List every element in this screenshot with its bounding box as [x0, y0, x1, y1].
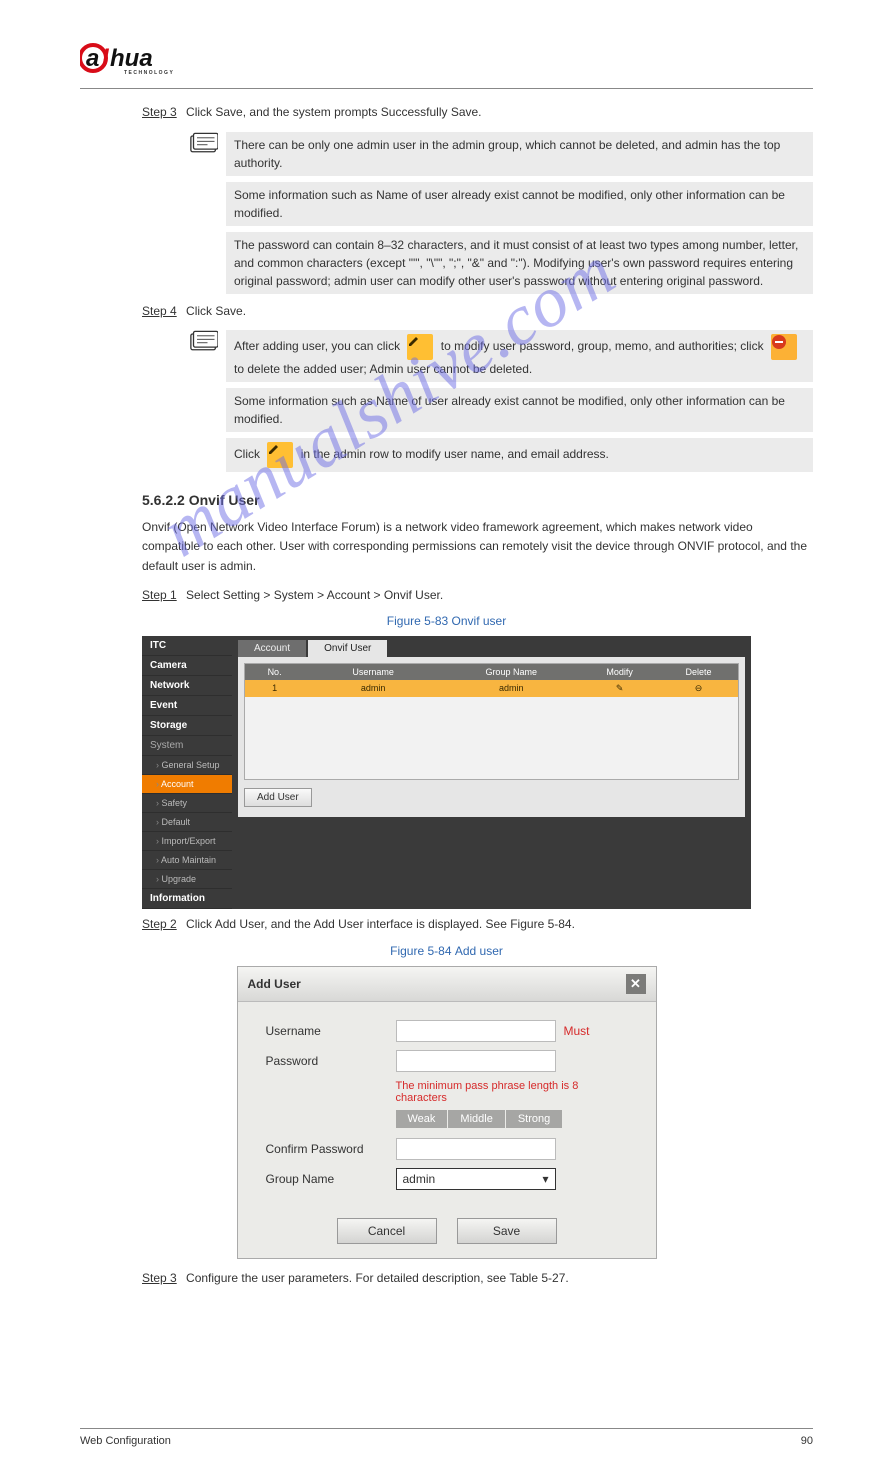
save-button[interactable]: Save: [457, 1218, 557, 1244]
note-line: Some information such as Name of user al…: [226, 182, 813, 226]
note-block-step3: There can be only one admin user in the …: [190, 132, 813, 294]
modify-icon: [267, 442, 293, 468]
step-label: Step 3: [142, 103, 177, 122]
step-label: Step 4: [142, 302, 177, 321]
sidebar: ITC Camera Network Event Storage System …: [142, 636, 232, 909]
sidebar-item-account[interactable]: Account: [142, 775, 232, 794]
sidebar-item-itc[interactable]: ITC: [142, 636, 232, 656]
sidebar-item-event[interactable]: Event: [142, 696, 232, 716]
sidebar-item-safety[interactable]: Safety: [142, 794, 232, 813]
document-page: a l hua TECHNOLOGY manualshive.com Step …: [0, 0, 893, 1477]
note-icon: [190, 330, 218, 352]
modify-icon[interactable]: ✎: [580, 680, 659, 697]
step-1-onvif: Step 1 Select Setting > System > Account…: [142, 586, 813, 605]
dialog-title: Add User: [248, 977, 301, 991]
modify-icon: [407, 334, 433, 360]
confirm-password-field[interactable]: [396, 1138, 556, 1160]
step-2-onvif: Step 2 Click Add User, and the Add User …: [142, 915, 813, 934]
password-strength: Weak Middle Strong: [396, 1110, 628, 1128]
note-line: After adding user, you can click to modi…: [226, 330, 813, 382]
sidebar-item-general[interactable]: General Setup: [142, 756, 232, 775]
step-label: Step 2: [142, 915, 177, 934]
figure-caption-84: Figure 5-84 Add user: [80, 944, 813, 958]
step-label: Step 1: [142, 586, 177, 605]
col-modify: Modify: [580, 664, 659, 680]
step-3: Step 3 Click Save, and the system prompt…: [142, 103, 813, 122]
sidebar-item-storage[interactable]: Storage: [142, 716, 232, 736]
svg-text:l: l: [102, 45, 110, 72]
chevron-down-icon: ▾: [542, 1172, 548, 1186]
required-badge: Must: [564, 1024, 590, 1038]
main-panel: Account Onvif User No. Username Group Na…: [232, 636, 751, 909]
step-3-onvif: Step 3 Configure the user parameters. Fo…: [142, 1269, 813, 1288]
cancel-button[interactable]: Cancel: [337, 1218, 437, 1244]
confirm-password-label: Confirm Password: [266, 1142, 396, 1156]
sidebar-item-network[interactable]: Network: [142, 676, 232, 696]
password-field[interactable]: [396, 1050, 556, 1072]
username-field[interactable]: [396, 1020, 556, 1042]
step-4: Step 4 Click Save.: [142, 302, 813, 321]
strength-middle: Middle: [448, 1110, 505, 1128]
sidebar-item-import-export[interactable]: Import/Export: [142, 832, 232, 851]
onvif-user-screenshot: ITC Camera Network Event Storage System …: [142, 636, 751, 909]
tab-onvif-user[interactable]: Onvif User: [308, 640, 387, 657]
sidebar-item-information[interactable]: Information: [142, 889, 232, 909]
step-label: Step 3: [142, 1269, 177, 1288]
add-user-button[interactable]: Add User: [244, 788, 312, 807]
step-text: Click Save.: [186, 304, 246, 318]
step-text: Configure the user parameters. For detai…: [186, 1271, 569, 1285]
note-line: Some information such as Name of user al…: [226, 388, 813, 432]
brand-logo: a l hua TECHNOLOGY: [80, 40, 190, 82]
figure-caption-83: Figure 5-83 Onvif user: [80, 614, 813, 628]
note-line: Click in the admin row to modify user na…: [226, 438, 813, 472]
col-no: No.: [245, 664, 304, 680]
brand-subtext: TECHNOLOGY: [124, 70, 234, 76]
step-text: Click Add User, and the Add User interfa…: [186, 917, 575, 931]
col-group: Group Name: [442, 664, 580, 680]
svg-text:a: a: [86, 45, 99, 72]
col-username: Username: [304, 664, 442, 680]
step-text: Click Save, and the system prompts Succe…: [186, 105, 481, 119]
group-name-select[interactable]: admin ▾: [396, 1168, 556, 1190]
table-row[interactable]: 1 admin admin ✎ ⊖: [245, 680, 738, 697]
note-line: There can be only one admin user in the …: [226, 132, 813, 176]
password-hint: The minimum pass phrase length is 8 char…: [396, 1080, 628, 1104]
password-label: Password: [266, 1054, 396, 1068]
header-bar: a l hua TECHNOLOGY: [80, 40, 813, 89]
strength-weak: Weak: [396, 1110, 449, 1128]
note-line: The password can contain 8–32 characters…: [226, 232, 813, 294]
close-icon[interactable]: ✕: [626, 974, 646, 994]
onvif-intro: Onvif (Open Network Video Interface Foru…: [142, 518, 813, 576]
group-name-label: Group Name: [266, 1172, 396, 1186]
step-text: Select Setting > System > Account > Onvi…: [186, 588, 443, 602]
footer-right: 90: [801, 1435, 813, 1447]
note-block-step4: After adding user, you can click to modi…: [190, 330, 813, 472]
sidebar-item-system[interactable]: System: [142, 736, 232, 756]
note-icon: [190, 132, 218, 154]
strength-strong: Strong: [506, 1110, 563, 1128]
sidebar-item-auto-maintain[interactable]: Auto Maintain: [142, 851, 232, 870]
tab-account[interactable]: Account: [238, 640, 306, 657]
footer-left: Web Configuration: [80, 1435, 171, 1447]
delete-icon[interactable]: ⊖: [659, 680, 738, 697]
col-delete: Delete: [659, 664, 738, 680]
footer: Web Configuration 90: [80, 1428, 813, 1447]
svg-text:hua: hua: [110, 45, 153, 72]
username-label: Username: [266, 1024, 396, 1038]
user-table: No. Username Group Name Modify Delete 1 …: [244, 663, 739, 780]
sidebar-item-camera[interactable]: Camera: [142, 656, 232, 676]
sidebar-item-default[interactable]: Default: [142, 813, 232, 832]
subsection-heading: 5.6.2.2 Onvif User: [142, 492, 813, 508]
delete-icon: [771, 334, 797, 360]
sidebar-item-upgrade[interactable]: Upgrade: [142, 870, 232, 889]
add-user-dialog: Add User ✕ Username Must Password The mi…: [237, 966, 657, 1259]
